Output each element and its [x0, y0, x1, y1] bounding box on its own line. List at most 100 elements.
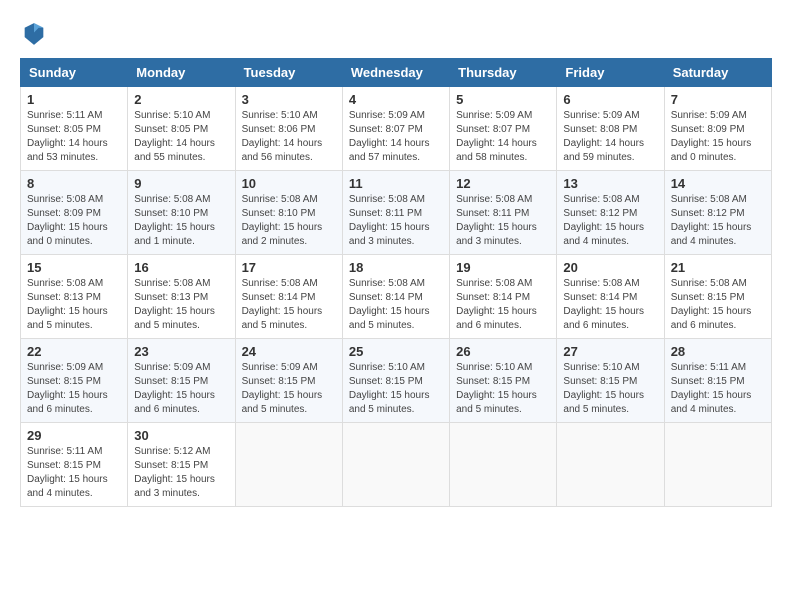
calendar-day-cell: 16 Sunrise: 5:08 AMSunset: 8:13 PMDaylig…: [128, 255, 235, 339]
calendar-day-cell: 24 Sunrise: 5:09 AMSunset: 8:15 PMDaylig…: [235, 339, 342, 423]
day-info: Sunrise: 5:11 AMSunset: 8:05 PMDaylight:…: [27, 109, 121, 165]
calendar-day-cell: 9 Sunrise: 5:08 AMSunset: 8:10 PMDayligh…: [128, 171, 235, 255]
day-info: Sunrise: 5:11 AMSunset: 8:15 PMDaylight:…: [671, 361, 765, 417]
day-number: 29: [27, 428, 121, 443]
day-info: Sunrise: 5:11 AMSunset: 8:15 PMDaylight:…: [27, 445, 121, 501]
day-number: 8: [27, 176, 121, 191]
day-number: 20: [563, 260, 657, 275]
day-number: 26: [456, 344, 550, 359]
calendar-day-cell: 2 Sunrise: 5:10 AMSunset: 8:05 PMDayligh…: [128, 87, 235, 171]
day-number: 3: [242, 92, 336, 107]
calendar-day-cell: [664, 423, 771, 507]
day-info: Sunrise: 5:08 AMSunset: 8:13 PMDaylight:…: [134, 277, 228, 333]
day-number: 14: [671, 176, 765, 191]
calendar-day-cell: 21 Sunrise: 5:08 AMSunset: 8:15 PMDaylig…: [664, 255, 771, 339]
calendar-day-cell: 12 Sunrise: 5:08 AMSunset: 8:11 PMDaylig…: [450, 171, 557, 255]
calendar-day-cell: 13 Sunrise: 5:08 AMSunset: 8:12 PMDaylig…: [557, 171, 664, 255]
day-info: Sunrise: 5:12 AMSunset: 8:15 PMDaylight:…: [134, 445, 228, 501]
calendar-week-row: 15 Sunrise: 5:08 AMSunset: 8:13 PMDaylig…: [21, 255, 772, 339]
day-number: 19: [456, 260, 550, 275]
calendar-day-cell: 7 Sunrise: 5:09 AMSunset: 8:09 PMDayligh…: [664, 87, 771, 171]
day-number: 12: [456, 176, 550, 191]
calendar-day-cell: 30 Sunrise: 5:12 AMSunset: 8:15 PMDaylig…: [128, 423, 235, 507]
calendar-day-cell: 11 Sunrise: 5:08 AMSunset: 8:11 PMDaylig…: [342, 171, 449, 255]
calendar-day-cell: 3 Sunrise: 5:10 AMSunset: 8:06 PMDayligh…: [235, 87, 342, 171]
day-number: 15: [27, 260, 121, 275]
day-of-week-header: Wednesday: [342, 59, 449, 87]
day-of-week-header: Tuesday: [235, 59, 342, 87]
calendar-day-cell: 28 Sunrise: 5:11 AMSunset: 8:15 PMDaylig…: [664, 339, 771, 423]
day-number: 6: [563, 92, 657, 107]
day-info: Sunrise: 5:08 AMSunset: 8:11 PMDaylight:…: [456, 193, 550, 249]
day-info: Sunrise: 5:08 AMSunset: 8:14 PMDaylight:…: [349, 277, 443, 333]
day-number: 27: [563, 344, 657, 359]
day-number: 30: [134, 428, 228, 443]
calendar-day-cell: 18 Sunrise: 5:08 AMSunset: 8:14 PMDaylig…: [342, 255, 449, 339]
day-info: Sunrise: 5:09 AMSunset: 8:15 PMDaylight:…: [134, 361, 228, 417]
day-info: Sunrise: 5:09 AMSunset: 8:15 PMDaylight:…: [27, 361, 121, 417]
calendar-week-row: 8 Sunrise: 5:08 AMSunset: 8:09 PMDayligh…: [21, 171, 772, 255]
day-number: 24: [242, 344, 336, 359]
day-number: 28: [671, 344, 765, 359]
day-number: 23: [134, 344, 228, 359]
calendar-week-row: 1 Sunrise: 5:11 AMSunset: 8:05 PMDayligh…: [21, 87, 772, 171]
day-of-week-header: Saturday: [664, 59, 771, 87]
day-number: 5: [456, 92, 550, 107]
day-info: Sunrise: 5:09 AMSunset: 8:15 PMDaylight:…: [242, 361, 336, 417]
calendar-day-cell: 26 Sunrise: 5:10 AMSunset: 8:15 PMDaylig…: [450, 339, 557, 423]
day-number: 22: [27, 344, 121, 359]
day-number: 25: [349, 344, 443, 359]
calendar-body: 1 Sunrise: 5:11 AMSunset: 8:05 PMDayligh…: [21, 87, 772, 507]
day-of-week-header: Sunday: [21, 59, 128, 87]
calendar-day-cell: 8 Sunrise: 5:08 AMSunset: 8:09 PMDayligh…: [21, 171, 128, 255]
calendar-day-cell: 6 Sunrise: 5:09 AMSunset: 8:08 PMDayligh…: [557, 87, 664, 171]
day-info: Sunrise: 5:10 AMSunset: 8:15 PMDaylight:…: [456, 361, 550, 417]
day-info: Sunrise: 5:08 AMSunset: 8:15 PMDaylight:…: [671, 277, 765, 333]
calendar-day-cell: 17 Sunrise: 5:08 AMSunset: 8:14 PMDaylig…: [235, 255, 342, 339]
calendar-table: SundayMondayTuesdayWednesdayThursdayFrid…: [20, 58, 772, 507]
calendar-day-cell: 27 Sunrise: 5:10 AMSunset: 8:15 PMDaylig…: [557, 339, 664, 423]
calendar-day-cell: 25 Sunrise: 5:10 AMSunset: 8:15 PMDaylig…: [342, 339, 449, 423]
day-number: 17: [242, 260, 336, 275]
day-info: Sunrise: 5:08 AMSunset: 8:14 PMDaylight:…: [456, 277, 550, 333]
calendar-day-cell: 5 Sunrise: 5:09 AMSunset: 8:07 PMDayligh…: [450, 87, 557, 171]
calendar-day-cell: 15 Sunrise: 5:08 AMSunset: 8:13 PMDaylig…: [21, 255, 128, 339]
calendar-day-cell: 14 Sunrise: 5:08 AMSunset: 8:12 PMDaylig…: [664, 171, 771, 255]
day-info: Sunrise: 5:09 AMSunset: 8:07 PMDaylight:…: [456, 109, 550, 165]
calendar-day-cell: [235, 423, 342, 507]
day-of-week-header: Monday: [128, 59, 235, 87]
days-of-week-row: SundayMondayTuesdayWednesdayThursdayFrid…: [21, 59, 772, 87]
logo-icon: [20, 20, 48, 48]
day-info: Sunrise: 5:10 AMSunset: 8:05 PMDaylight:…: [134, 109, 228, 165]
calendar-day-cell: 19 Sunrise: 5:08 AMSunset: 8:14 PMDaylig…: [450, 255, 557, 339]
day-info: Sunrise: 5:08 AMSunset: 8:14 PMDaylight:…: [563, 277, 657, 333]
day-info: Sunrise: 5:08 AMSunset: 8:09 PMDaylight:…: [27, 193, 121, 249]
calendar-day-cell: 20 Sunrise: 5:08 AMSunset: 8:14 PMDaylig…: [557, 255, 664, 339]
day-info: Sunrise: 5:09 AMSunset: 8:09 PMDaylight:…: [671, 109, 765, 165]
day-number: 4: [349, 92, 443, 107]
day-info: Sunrise: 5:08 AMSunset: 8:13 PMDaylight:…: [27, 277, 121, 333]
calendar-day-cell: [342, 423, 449, 507]
calendar-week-row: 22 Sunrise: 5:09 AMSunset: 8:15 PMDaylig…: [21, 339, 772, 423]
day-info: Sunrise: 5:09 AMSunset: 8:07 PMDaylight:…: [349, 109, 443, 165]
day-info: Sunrise: 5:08 AMSunset: 8:12 PMDaylight:…: [563, 193, 657, 249]
day-number: 11: [349, 176, 443, 191]
page-header: [20, 20, 772, 48]
day-info: Sunrise: 5:10 AMSunset: 8:15 PMDaylight:…: [349, 361, 443, 417]
day-info: Sunrise: 5:10 AMSunset: 8:06 PMDaylight:…: [242, 109, 336, 165]
day-number: 7: [671, 92, 765, 107]
calendar-header: SundayMondayTuesdayWednesdayThursdayFrid…: [21, 59, 772, 87]
day-number: 2: [134, 92, 228, 107]
day-number: 1: [27, 92, 121, 107]
calendar-day-cell: 10 Sunrise: 5:08 AMSunset: 8:10 PMDaylig…: [235, 171, 342, 255]
day-info: Sunrise: 5:08 AMSunset: 8:10 PMDaylight:…: [134, 193, 228, 249]
day-info: Sunrise: 5:08 AMSunset: 8:12 PMDaylight:…: [671, 193, 765, 249]
day-number: 21: [671, 260, 765, 275]
calendar-day-cell: [557, 423, 664, 507]
calendar-day-cell: 1 Sunrise: 5:11 AMSunset: 8:05 PMDayligh…: [21, 87, 128, 171]
calendar-day-cell: 23 Sunrise: 5:09 AMSunset: 8:15 PMDaylig…: [128, 339, 235, 423]
day-number: 16: [134, 260, 228, 275]
calendar-day-cell: 22 Sunrise: 5:09 AMSunset: 8:15 PMDaylig…: [21, 339, 128, 423]
day-number: 9: [134, 176, 228, 191]
day-info: Sunrise: 5:08 AMSunset: 8:10 PMDaylight:…: [242, 193, 336, 249]
